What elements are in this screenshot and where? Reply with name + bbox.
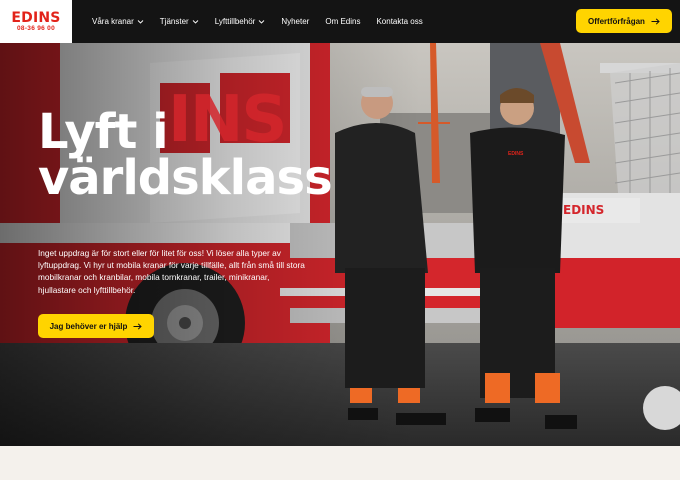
nav-item-om-edins[interactable]: Om Edins — [325, 17, 360, 26]
chevron-down-icon — [258, 18, 265, 25]
nav-item-label: Nyheter — [281, 17, 310, 26]
hero-section: INS EDINS EDINS Lyft i världsklass Inget… — [0, 43, 680, 446]
arrow-right-icon — [133, 322, 143, 330]
logo-phone: 08-36 96 00 — [17, 24, 55, 32]
shirt-lettering: EDINS — [508, 151, 524, 157]
hero-title-line-2: världsklass — [38, 150, 333, 206]
nav-item-label: Tjänster — [159, 17, 189, 26]
hero-description: Inget uppdrag är för stort eller för lit… — [38, 248, 305, 295]
nav-item-nyheter[interactable]: Nyheter — [281, 17, 309, 26]
chevron-down-icon — [137, 18, 144, 25]
below-hero-section — [0, 446, 680, 480]
right-truck-lettering: EDINS — [563, 203, 605, 217]
nav-item-lyfttillbehor[interactable]: Lyfttillbehör — [215, 17, 266, 26]
nav-item-vara-kranar[interactable]: Våra kranar — [92, 17, 144, 26]
chevron-down-icon — [192, 18, 199, 25]
nav-item-label: Om Edins — [325, 17, 361, 26]
nav-item-label: Våra kranar — [92, 17, 134, 26]
hero-title: Lyft i världsklass — [38, 108, 333, 202]
quote-request-label: Offertförfrågan — [588, 16, 645, 26]
nav-item-label: Kontakta oss — [376, 17, 423, 26]
arrow-right-icon — [651, 17, 660, 25]
nav-item-kontakta-oss[interactable]: Kontakta oss — [376, 17, 422, 26]
nav-item-tjanster[interactable]: Tjänster — [160, 17, 199, 26]
site-header: EDINS 08-36 96 00 Våra kranar Tjänster L… — [0, 0, 680, 43]
main-nav: Våra kranar Tjänster Lyfttillbehör Nyhet… — [92, 17, 439, 26]
help-button[interactable]: Jag behöver er hjälp — [38, 314, 154, 338]
help-button-label: Jag behöver er hjälp — [49, 321, 128, 331]
nav-item-label: Lyfttillbehör — [214, 17, 256, 26]
logo-name: EDINS — [11, 9, 61, 26]
quote-request-button[interactable]: Offertförfrågan — [576, 9, 672, 33]
edins-logo[interactable]: EDINS 08-36 96 00 — [0, 0, 72, 43]
